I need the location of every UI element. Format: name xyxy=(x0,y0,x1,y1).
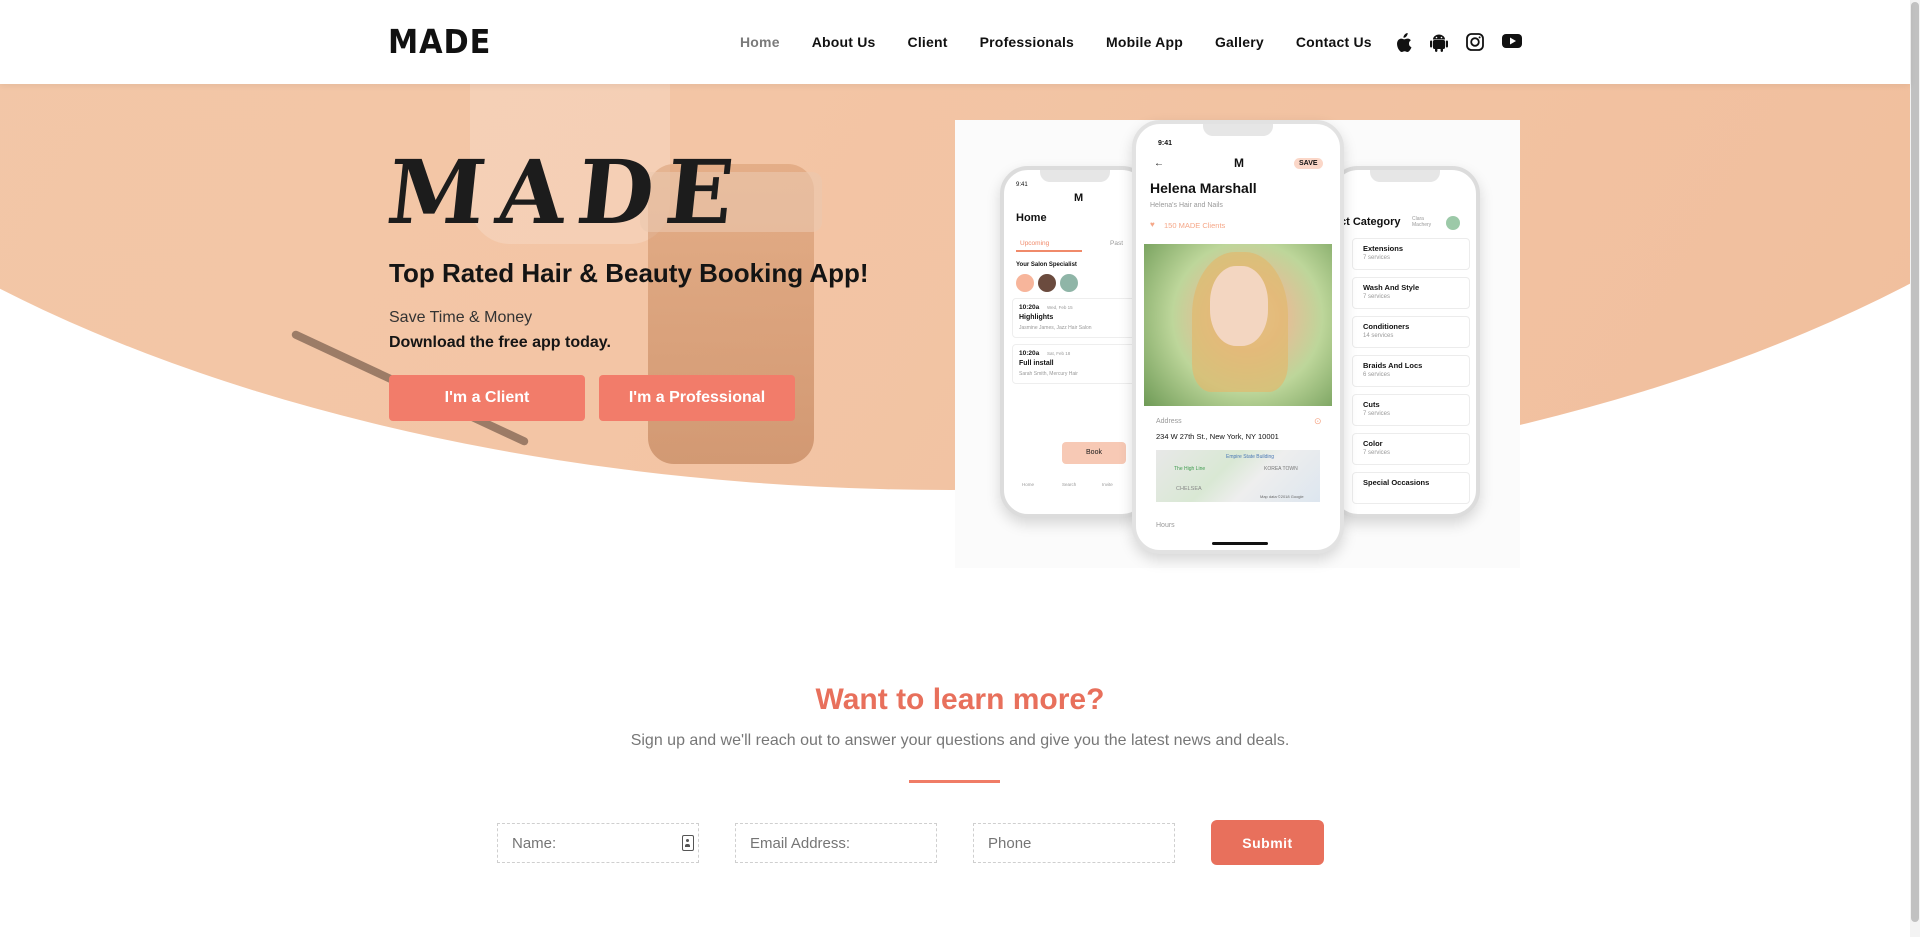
save-badge: SAVE xyxy=(1294,158,1323,169)
phone-home-screen: 9:41 M Home Upcoming Past Your Salon Spe… xyxy=(1000,166,1150,518)
phone-notch xyxy=(1203,124,1273,136)
business-name: Helena's Hair and Nails xyxy=(1150,202,1223,209)
profile-photo-face xyxy=(1210,266,1268,346)
page: MADE Home About Us Client Professionals … xyxy=(0,0,1920,937)
nav-client[interactable]: Client xyxy=(908,34,948,50)
name-field[interactable] xyxy=(497,823,699,863)
tab-past: Past xyxy=(1110,240,1124,247)
app-phones-mockup: 9:41 M Home Upcoming Past Your Salon Spe… xyxy=(955,120,1520,568)
category-row: Conditioners 14 services xyxy=(1352,316,1470,348)
phone-category-screen: ct Category Clara Machery Extensions 7 se… xyxy=(1330,166,1480,518)
phone-profile-screen: 9:41 ← M SAVE Helena Marshall Helena's H… xyxy=(1132,120,1344,554)
apple-icon[interactable] xyxy=(1394,33,1414,53)
category-row: Special Occasions xyxy=(1352,472,1470,504)
location-pin-icon: ⊙ xyxy=(1314,416,1322,426)
app-logo-icon: M xyxy=(1234,156,1244,170)
nav-professionals[interactable]: Professionals xyxy=(980,34,1074,50)
heart-icon: ♥ xyxy=(1150,220,1155,229)
social-links xyxy=(1394,33,1522,53)
category-row: Braids And Locs 6 services xyxy=(1352,355,1470,387)
profile-photo xyxy=(1144,244,1332,406)
signup-subtitle: Sign up and we'll reach out to answer yo… xyxy=(630,732,1290,749)
nav-contact-us[interactable]: Contact Us xyxy=(1296,34,1372,50)
tab-indicator xyxy=(1016,250,1082,252)
screen-title: Home xyxy=(1016,212,1047,224)
category-row: Wash And Style 7 services xyxy=(1352,277,1470,309)
hours-label: Hours xyxy=(1156,522,1175,529)
site-header: MADE Home About Us Client Professionals … xyxy=(0,0,1910,84)
client-count: 150 MADE Clients xyxy=(1164,221,1226,230)
avatar xyxy=(1038,274,1056,292)
hero-subtitle: Save Time & Money xyxy=(389,309,533,326)
add-specialist-icon xyxy=(1016,274,1034,292)
instagram-icon[interactable] xyxy=(1466,33,1486,53)
client-button[interactable]: I'm a Client xyxy=(389,375,585,421)
category-row: Extensions 7 services xyxy=(1352,238,1470,270)
home-indicator xyxy=(1212,542,1268,545)
hero-cta-text: Download the free app today. xyxy=(389,334,611,351)
appointment-card: 10:20a Wed, Feb 15 Highlights Jasmine Ja… xyxy=(1012,298,1140,338)
category-row: Color 7 services xyxy=(1352,433,1470,465)
nav-about-us[interactable]: About Us xyxy=(812,34,876,50)
app-logo-icon: M xyxy=(1074,192,1084,204)
nav-home[interactable]: Home xyxy=(740,34,780,50)
youtube-icon[interactable] xyxy=(1502,33,1522,53)
section-divider xyxy=(909,780,1000,783)
hero-tagline: Top Rated Hair & Beauty Booking App! xyxy=(389,258,869,288)
screen-title: ct Category xyxy=(1340,216,1401,228)
status-time: 9:41 xyxy=(1158,140,1173,147)
phone-notch xyxy=(1040,170,1110,182)
scrollbar-thumb[interactable] xyxy=(1911,2,1919,922)
bottom-nav-invite: Invite xyxy=(1102,482,1113,487)
nav-mobile-app[interactable]: Mobile App xyxy=(1106,34,1183,50)
category-row: Cuts 7 services xyxy=(1352,394,1470,426)
specialist-heading: Your Salon Specialist xyxy=(1016,262,1077,268)
professional-name: Helena Marshall xyxy=(1150,180,1257,196)
contact-card-icon xyxy=(682,835,694,851)
hero-brand-mark: MADE xyxy=(382,140,751,244)
bottom-nav-search: Search xyxy=(1062,482,1077,487)
android-icon[interactable] xyxy=(1430,33,1450,53)
phone-notch xyxy=(1370,170,1440,182)
status-time: 9:41 xyxy=(1016,182,1028,188)
main-nav: Home About Us Client Professionals Mobil… xyxy=(740,34,1404,50)
back-arrow-icon: ← xyxy=(1154,158,1164,169)
user-name: Clara Machery xyxy=(1412,216,1432,228)
nav-gallery[interactable]: Gallery xyxy=(1215,34,1264,50)
phone-field[interactable] xyxy=(973,823,1175,863)
submit-button[interactable]: Submit xyxy=(1211,820,1324,865)
avatar xyxy=(1446,216,1460,230)
signup-title: Want to learn more? xyxy=(815,683,1105,716)
map-thumbnail: Empire State Building The High Line KORE… xyxy=(1156,450,1320,502)
appointment-card: 10:20a Sat, Feb 18 Full install Sarah Sm… xyxy=(1012,344,1140,384)
tab-upcoming: Upcoming xyxy=(1020,240,1050,247)
email-field[interactable] xyxy=(735,823,937,863)
page-scrollbar[interactable] xyxy=(1910,0,1920,937)
book-button: Book xyxy=(1062,442,1126,464)
avatar xyxy=(1060,274,1078,292)
site-logo[interactable]: MADE xyxy=(388,22,491,61)
address-label: Address xyxy=(1156,418,1182,425)
bottom-nav-home: Home xyxy=(1022,482,1035,487)
professional-button[interactable]: I'm a Professional xyxy=(599,375,795,421)
address-text: 234 W 27th St., New York, NY 10001 xyxy=(1156,432,1279,441)
